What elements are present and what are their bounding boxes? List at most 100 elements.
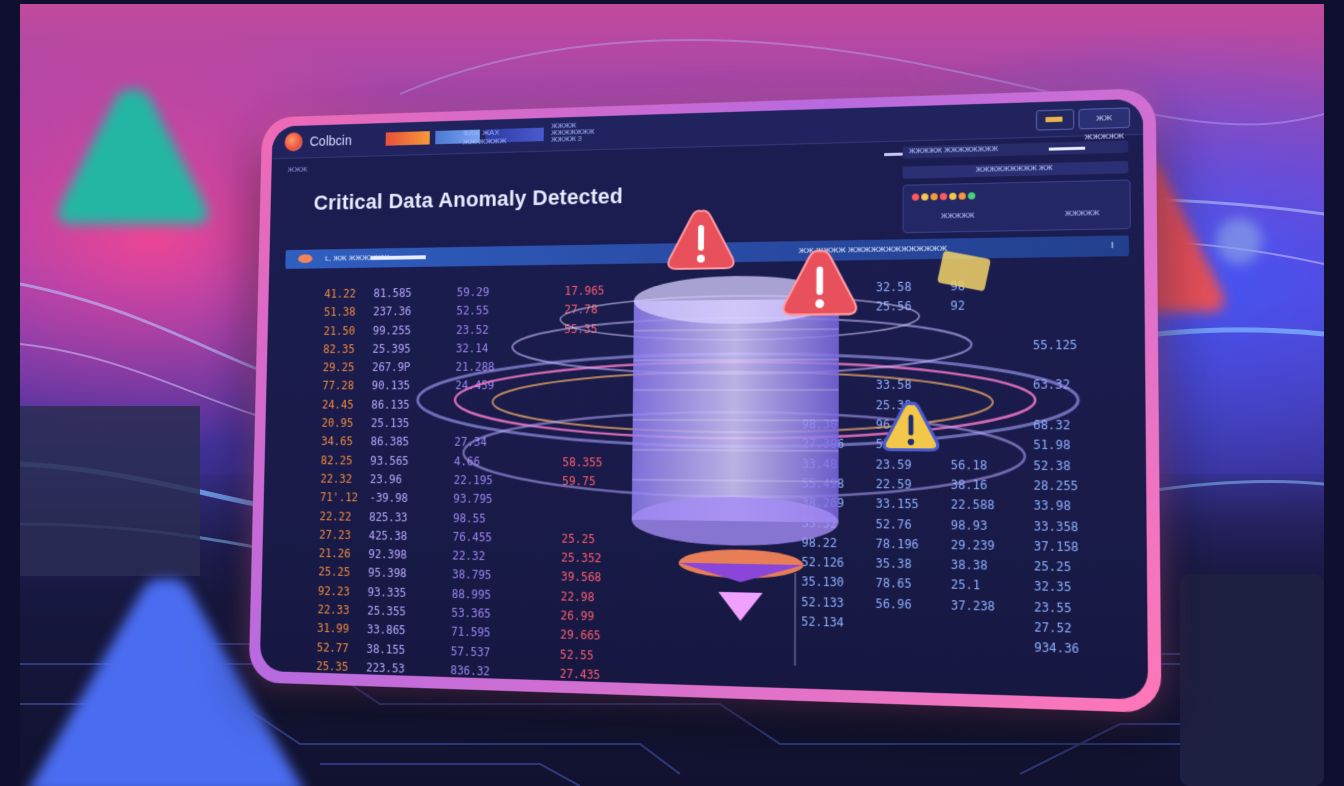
- warning-icon-large[interactable]: [780, 246, 859, 319]
- table-cell: 33.58: [876, 376, 919, 396]
- table-cell: 35.38: [876, 554, 919, 575]
- table-cell: 98: [950, 277, 994, 297]
- table-cell: [564, 339, 604, 358]
- table-cell: [1033, 396, 1078, 416]
- table-cell: 76.455: [453, 528, 493, 548]
- table-cell: 32.58: [876, 278, 919, 298]
- table-cell: 81.585: [373, 284, 412, 303]
- table-cell: 38.38: [951, 555, 995, 576]
- data-column-3: 59.29 52.55 23.52 32.14 21.288 24.459 27.34 4.…: [450, 283, 496, 681]
- status-dot: [959, 192, 966, 199]
- table-cell: 71'.12: [320, 489, 358, 508]
- table-cell: 56.96: [875, 594, 918, 615]
- table-cell: 21.50: [323, 322, 361, 341]
- table-cell: 22.22: [319, 507, 357, 526]
- caution-icon[interactable]: [882, 400, 940, 454]
- table-cell: 52.126: [801, 553, 844, 574]
- table-cell: 63.32: [1033, 376, 1078, 396]
- table-cell: 55.498: [802, 474, 845, 494]
- table-cell: [1033, 276, 1077, 296]
- table-cell: 33.32: [802, 513, 845, 533]
- table-cell: 82.35: [323, 340, 361, 359]
- table-cell: 25.56: [876, 297, 919, 317]
- table-cell: 29.25: [323, 359, 361, 378]
- table-cell: 25.25: [1034, 557, 1079, 578]
- status-dot: [921, 193, 928, 200]
- status-dot: [949, 193, 956, 200]
- table-cell: [876, 356, 919, 376]
- header-micro-text-1: ФЛЖ ЖАХ ЖЖ ЖЖЖЖ: [463, 128, 507, 147]
- panel-dropdown[interactable]: ЖЖЖЖЖ ЖЖЖЖЖЖЖЖ: [903, 140, 1128, 158]
- table-cell: 27.396: [802, 435, 844, 455]
- table-cell: 37.238: [951, 596, 995, 617]
- table-cell: 37.158: [1034, 537, 1079, 558]
- status-dot: [912, 194, 919, 201]
- table-cell: 88.995: [452, 585, 492, 605]
- data-column-5: 88 98.3027.39633.4855.49838.26933.3298.2…: [801, 279, 845, 634]
- breadcrumb[interactable]: ЖЖЖ: [288, 165, 308, 174]
- app-name: Colbcin: [310, 133, 352, 149]
- table-cell: 82.25: [321, 451, 359, 470]
- table-cell: 29.665: [560, 626, 601, 646]
- table-cell: 51.98: [1033, 436, 1078, 456]
- table-cell: 53.365: [451, 604, 491, 624]
- table-cell: 25.395: [372, 340, 411, 359]
- table-cell: 22.98: [561, 587, 602, 607]
- warning-icon[interactable]: [665, 206, 736, 273]
- table-cell: 24.459: [455, 377, 494, 396]
- table-cell: 52.134: [801, 612, 844, 633]
- table-cell: 27.52: [1034, 618, 1079, 640]
- table-cell: 23.96: [370, 470, 409, 489]
- table-cell: 92.398: [368, 545, 407, 565]
- table-cell: [1033, 356, 1078, 376]
- app-logo-icon[interactable]: [284, 132, 302, 151]
- table-cell: 22.195: [453, 471, 493, 490]
- table-cell: 25.355: [367, 602, 406, 622]
- table-cell: 26.99: [560, 606, 601, 626]
- table-cell: [562, 510, 603, 530]
- table-cell: 29.239: [951, 535, 995, 556]
- header-micro-text-2: ЖЖЖЖ ЖЖЖЖЖЖЖ ЖЖЖЖ З: [551, 122, 594, 144]
- table-cell: 34.65: [321, 433, 359, 452]
- table-cell: 35.130: [801, 573, 844, 594]
- status-dot: [968, 192, 975, 199]
- table-cell: -39.98: [369, 489, 408, 508]
- table-cell: [563, 415, 603, 434]
- table-cell: 52.76: [876, 514, 919, 535]
- table-cell: [876, 337, 919, 357]
- table-cell: 55.35: [564, 320, 604, 339]
- filter-icon[interactable]: [298, 254, 313, 263]
- table-cell: [802, 376, 844, 396]
- filter-input[interactable]: [371, 255, 426, 260]
- table-cell: 25.25: [561, 529, 602, 549]
- table-cell: 52.55: [560, 645, 601, 666]
- table-cell: [802, 396, 844, 416]
- table-cell: 57.537: [451, 642, 491, 662]
- battery-button[interactable]: [1036, 109, 1074, 131]
- table-cell: 52.38: [1033, 456, 1078, 477]
- table-cell: 23.52: [456, 321, 495, 340]
- action-button[interactable]: ЖЖ ЖЖЖЖЖ: [1078, 107, 1130, 129]
- panel-button-left[interactable]: ЖЖЖЖЖ: [941, 213, 975, 221]
- table-cell: 98.22: [802, 533, 845, 553]
- table-cell: 59.75: [562, 472, 602, 492]
- table-cell: 68.32: [1033, 416, 1078, 436]
- table-cell: [951, 376, 995, 396]
- table-cell: 32.35: [1034, 577, 1079, 598]
- filter-end-marker: I: [1111, 240, 1114, 250]
- table-cell: 98.30: [802, 415, 844, 435]
- panel-filter[interactable]: ЖЖЖЖЖЖЖЖЖ ЖЖ: [903, 161, 1129, 179]
- panel-button-right[interactable]: ЖЖЖЖЖ: [1065, 210, 1100, 218]
- table-cell: 25.135: [371, 414, 410, 433]
- table-cell: 38.269: [802, 494, 845, 514]
- table-cell: 25.352: [561, 549, 602, 569]
- table-cell: 56.18: [951, 455, 995, 475]
- table-cell: [1033, 295, 1078, 315]
- table-cell: 21.288: [455, 358, 494, 377]
- table-cell: 22.32: [320, 470, 358, 489]
- data-column-4: 17.965 27.78 55.35 58.355 59.75 25.25 25.352…: [560, 282, 605, 686]
- table-cell: 38.795: [452, 566, 492, 586]
- table-cell: 33.155: [876, 495, 919, 515]
- table-cell: [562, 434, 602, 453]
- table-cell: [454, 415, 493, 434]
